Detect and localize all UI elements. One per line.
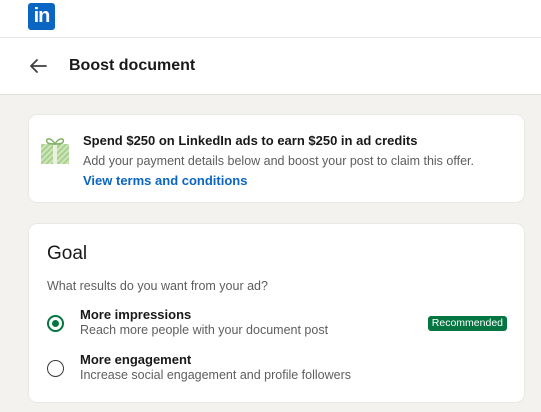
option-title: More engagement	[80, 352, 192, 367]
offer-title: Spend $250 on LinkedIn ads to earn $250 …	[83, 133, 418, 148]
option-more-impressions[interactable]: More impressions Reach more people with …	[47, 307, 507, 343]
radio-button-unselected[interactable]	[47, 360, 64, 377]
recommended-badge: Recommended	[427, 316, 507, 331]
option-title: More impressions	[80, 307, 192, 322]
page-title: Boost document	[69, 57, 196, 74]
top-bar: in	[0, 0, 541, 38]
terms-link[interactable]: View terms and conditions	[83, 173, 247, 188]
option-description: Reach more people with your document pos…	[80, 323, 329, 337]
goal-question: What results do you want from your ad?	[47, 279, 268, 293]
goal-heading: Goal	[47, 243, 88, 264]
page-header: Boost document	[0, 38, 541, 95]
option-description: Increase social engagement and profile f…	[80, 368, 351, 382]
offer-card: Spend $250 on LinkedIn ads to earn $250 …	[29, 115, 524, 202]
gift-icon	[41, 138, 69, 164]
arrow-left-icon[interactable]	[28, 56, 48, 76]
offer-description: Add your payment details below and boost…	[83, 154, 474, 168]
option-more-engagement[interactable]: More engagement Increase social engageme…	[47, 352, 507, 388]
radio-button-selected[interactable]	[47, 315, 64, 332]
linkedin-logo-icon[interactable]: in	[28, 3, 55, 30]
goal-card: Goal What results do you want from your …	[29, 224, 524, 402]
